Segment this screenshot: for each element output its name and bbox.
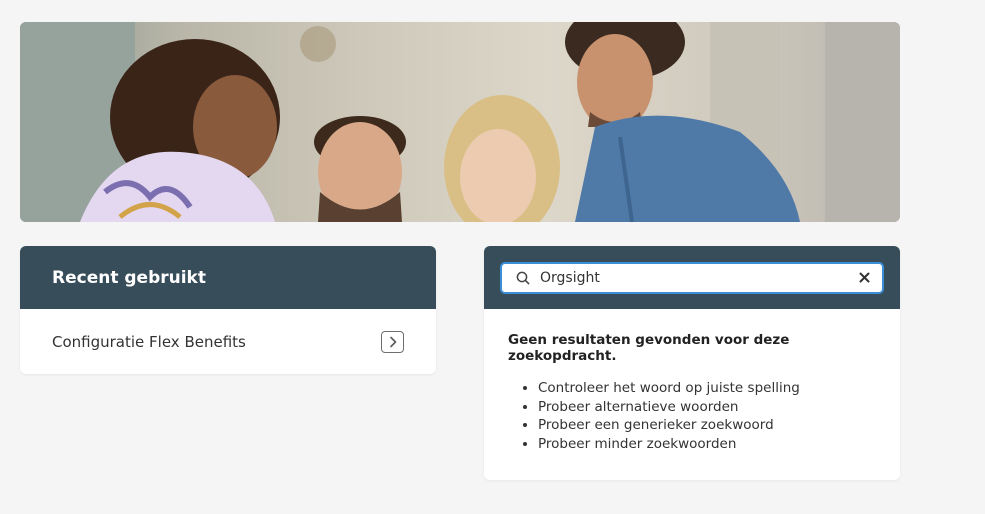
- hero-banner-image: [20, 22, 900, 222]
- search-header: [484, 246, 900, 309]
- search-results: Geen resultaten gevonden voor deze zoeko…: [484, 309, 900, 476]
- search-box[interactable]: [500, 261, 884, 294]
- recent-used-header: Recent gebruikt: [20, 246, 436, 309]
- search-tip: Controleer het woord op juiste spelling: [538, 379, 876, 398]
- search-tip: Probeer alternatieve woorden: [538, 398, 876, 417]
- no-results-message: Geen resultaten gevonden voor deze zoeko…: [508, 332, 790, 364]
- search-card: Geen resultaten gevonden voor deze zoeko…: [484, 246, 900, 480]
- search-input[interactable]: [540, 265, 856, 290]
- chevron-right-icon[interactable]: [381, 330, 404, 353]
- recent-used-title: Recent gebruikt: [52, 267, 206, 288]
- recent-item-label: Configuratie Flex Benefits: [52, 332, 246, 351]
- search-tip: Probeer minder zoekwoorden: [538, 435, 876, 454]
- page: Recent gebruikt Configuratie Flex Benefi…: [0, 0, 985, 514]
- search-icon: [516, 271, 530, 285]
- search-tips-list: Controleer het woord op juiste spelling …: [508, 379, 876, 453]
- recent-used-card: Recent gebruikt Configuratie Flex Benefi…: [20, 246, 436, 374]
- recent-item-configuratie-flex-benefits[interactable]: Configuratie Flex Benefits: [20, 309, 436, 374]
- search-tip: Probeer een generieker zoekwoord: [538, 416, 876, 435]
- clear-search-icon[interactable]: [856, 270, 872, 286]
